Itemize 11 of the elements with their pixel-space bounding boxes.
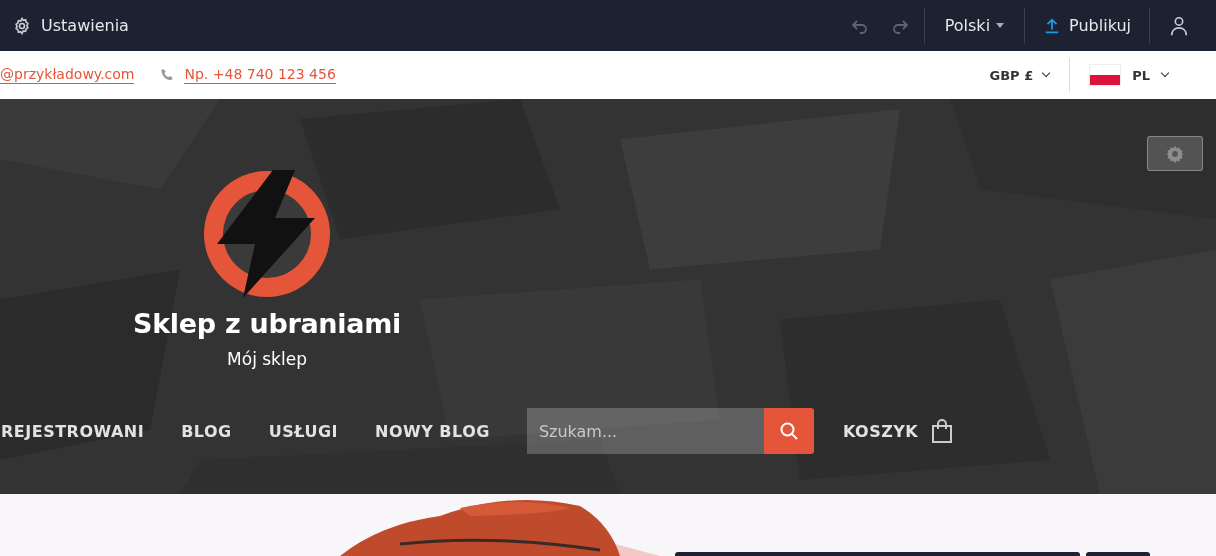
- phone-link[interactable]: Np. +48 740 123 456: [184, 66, 336, 84]
- phone-icon: [160, 68, 175, 82]
- publish-button[interactable]: Publikuj: [1029, 0, 1145, 51]
- language-dropdown[interactable]: Polski: [928, 0, 1021, 51]
- currency-dropdown[interactable]: GBP £: [989, 51, 1050, 99]
- flag-icon: [1090, 65, 1121, 85]
- settings-button[interactable]: Ustawienia: [12, 15, 129, 36]
- user-icon: [1168, 14, 1190, 37]
- settings-icon: [12, 15, 32, 36]
- email-link[interactable]: @przykładowy.com: [0, 66, 135, 84]
- language-selector[interactable]: PL: [1090, 51, 1168, 99]
